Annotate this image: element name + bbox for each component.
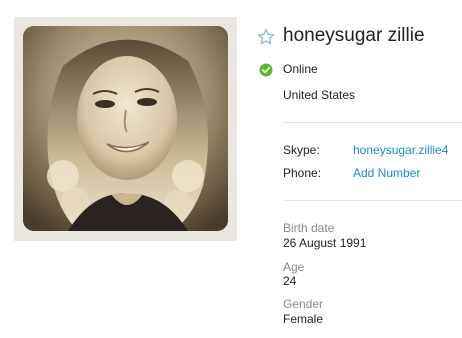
avatar-frame <box>14 17 237 241</box>
contact-display-name: honeysugar zillie <box>283 25 425 46</box>
contact-profile-panel: honeysugar zillie Online United States S… <box>0 0 462 338</box>
age-value: 24 <box>283 274 297 288</box>
online-check-icon <box>259 63 273 77</box>
location-text: United States <box>283 88 356 102</box>
skype-label: Skype: <box>283 143 320 157</box>
gender-label: Gender <box>283 297 324 311</box>
skype-name-link[interactable]: honeysugar.zillie4 <box>353 143 448 157</box>
section-divider <box>283 200 462 201</box>
avatar[interactable] <box>23 26 228 231</box>
birth-date-value: 26 August 1991 <box>283 236 367 250</box>
add-number-link[interactable]: Add Number <box>353 166 420 180</box>
star-outline-icon[interactable] <box>257 28 275 46</box>
age-label: Age <box>283 260 305 274</box>
gender-value: Female <box>283 312 324 326</box>
section-divider <box>283 122 462 123</box>
phone-label: Phone: <box>283 166 322 180</box>
presence-status: Online <box>283 62 318 76</box>
birth-date-label: Birth date <box>283 221 335 235</box>
